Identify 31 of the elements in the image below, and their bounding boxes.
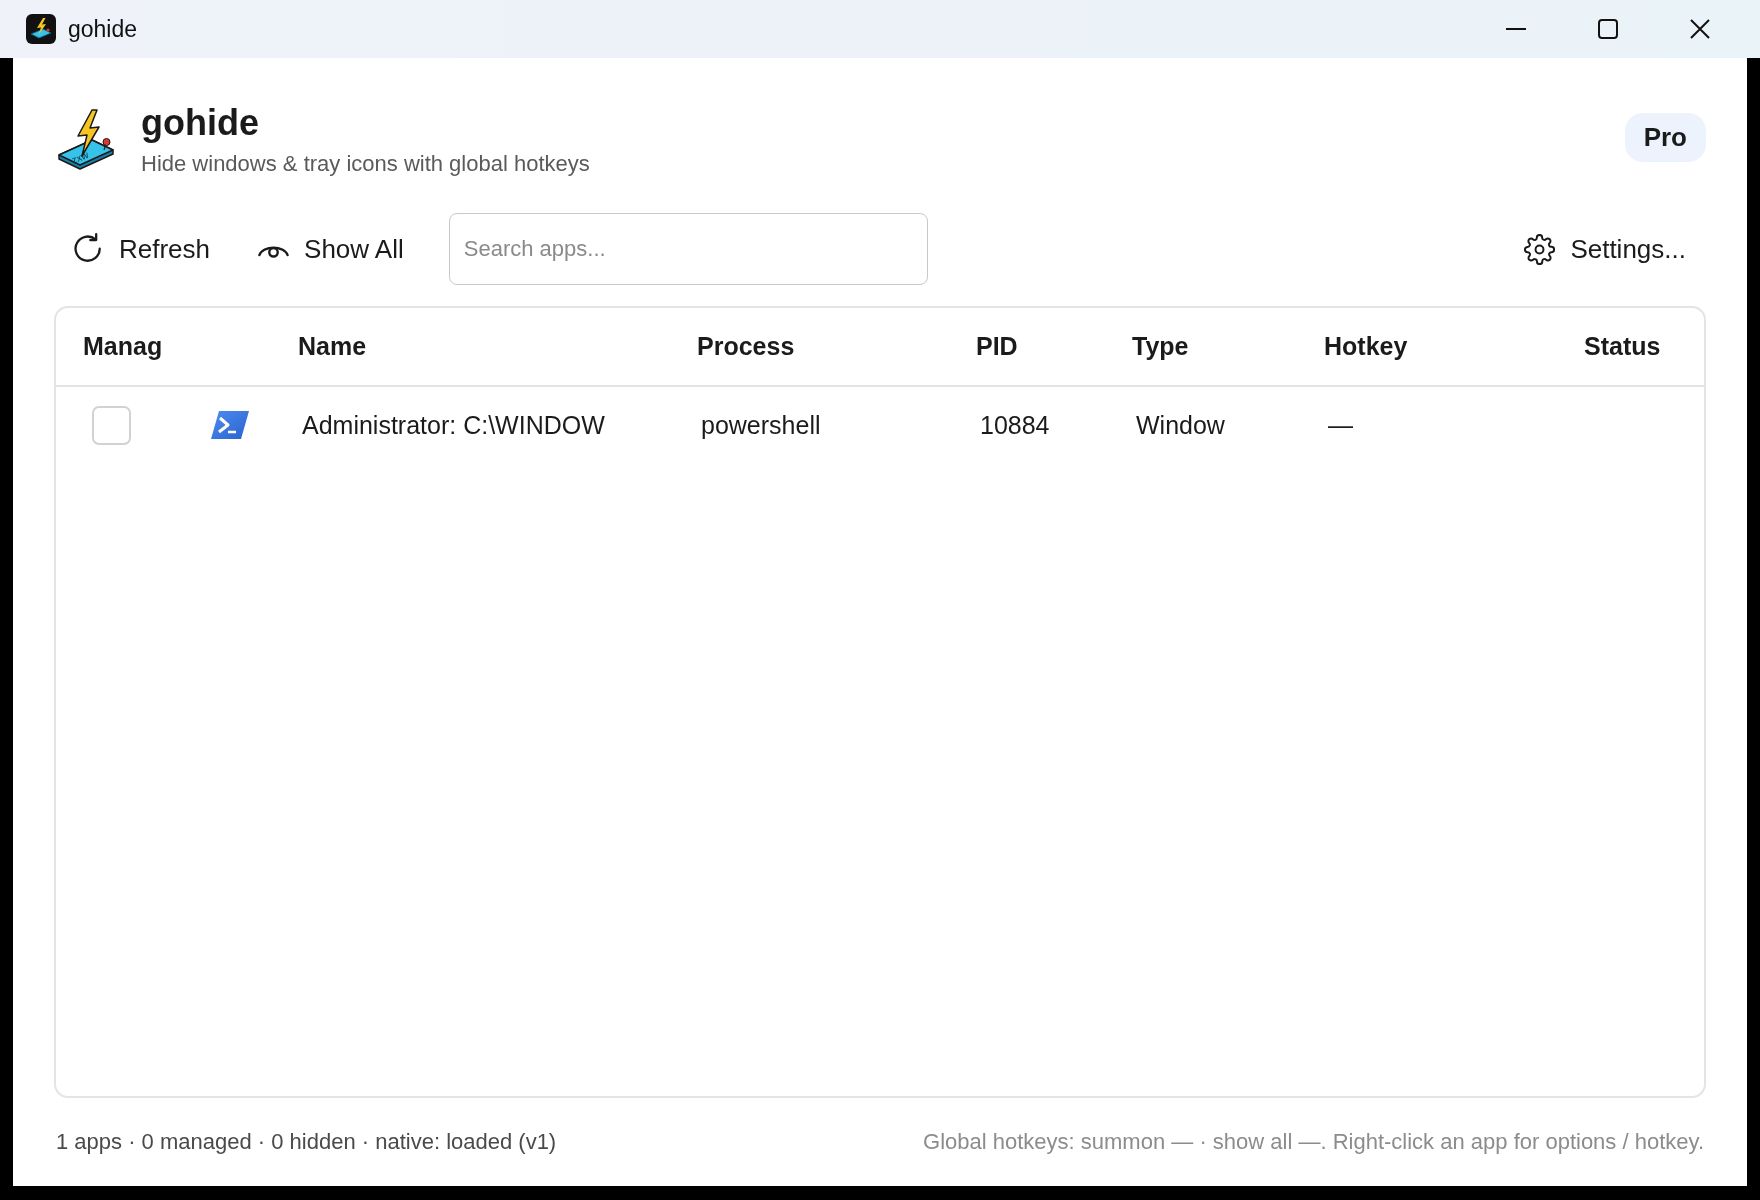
hotkey-hint: Global hotkeys: summon — · show all —. Right-click an app for options / hotkey. (923, 1129, 1704, 1155)
settings-icon (1524, 233, 1556, 265)
logo-text: zxw (69, 149, 91, 166)
table-cell-text: Window (1135, 410, 1225, 440)
column-header: Manag (82, 332, 163, 361)
column-header: Type (1131, 332, 1189, 361)
table-cell-text: — (1327, 410, 1353, 440)
minimize-icon (1506, 28, 1526, 30)
terminal-icon (211, 411, 249, 439)
column-header: Name (297, 332, 367, 361)
status-summary: 1 apps · 0 managed · 0 hidden · native: loaded (v1) (56, 1129, 557, 1155)
manage-checkbox[interactable] (92, 405, 131, 445)
app-icon (26, 14, 56, 44)
search-field[interactable]: Search apps... (448, 213, 928, 285)
maximize-icon (1598, 19, 1618, 39)
app-title: gohide (141, 101, 260, 145)
table-cell-text: Administrator: C:\WINDOW (301, 410, 605, 440)
column-header: PID (975, 332, 1018, 361)
table-cell-text: powershell (700, 410, 821, 440)
column-header: Status (1583, 332, 1661, 361)
column-header: Process (696, 332, 795, 361)
column-header: Hotkey (1323, 332, 1408, 361)
pro-badge: Pro (1624, 113, 1706, 162)
table-cell-text: 10884 (979, 410, 1050, 440)
refresh-button[interactable]: Refresh (54, 221, 229, 277)
window-title: gohide (68, 15, 138, 43)
show-all-button[interactable]: Show All (240, 221, 422, 277)
close-icon (1690, 19, 1710, 39)
settings-button[interactable]: Settings... (1506, 221, 1704, 277)
refresh-icon (72, 233, 104, 265)
app-subtitle: Hide windows & tray icons with global hotkeys (141, 150, 590, 178)
